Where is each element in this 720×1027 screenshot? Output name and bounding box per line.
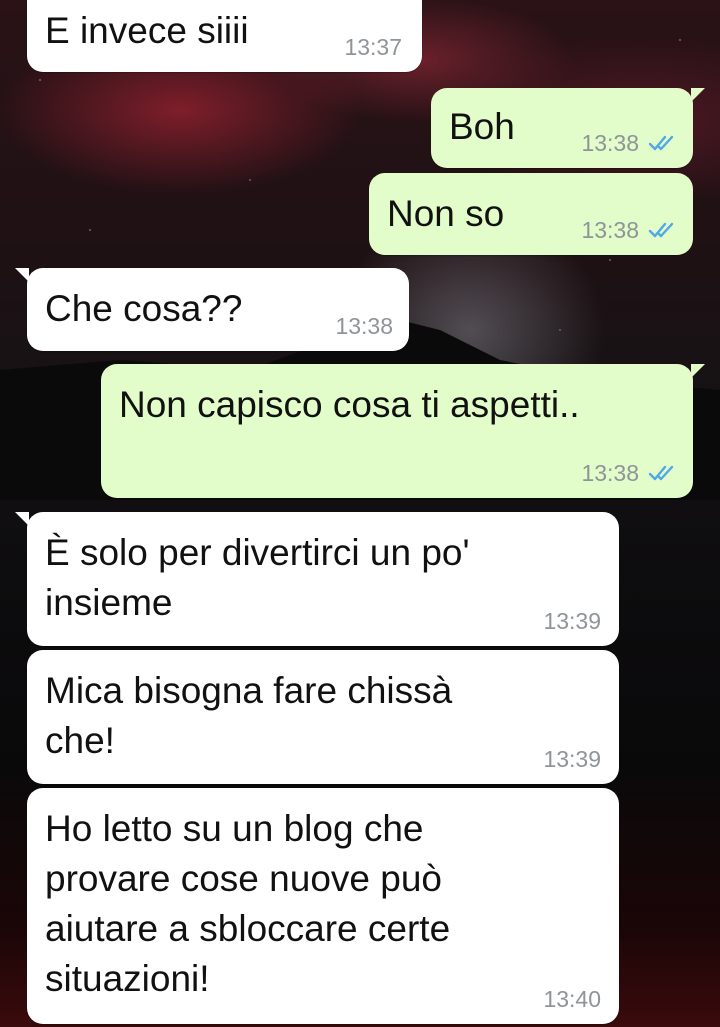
- message-bubble-incoming[interactable]: Ho letto su un blog che provare cose nuo…: [27, 788, 619, 1024]
- message-time: 13:38: [581, 130, 639, 156]
- message-text: Non so: [387, 193, 505, 234]
- message-timestamp: 13:38: [335, 313, 393, 339]
- message-time: 13:37: [344, 34, 402, 60]
- message-bubble-outgoing[interactable]: Non so 13:38: [369, 173, 693, 255]
- message-timestamp: 13:39: [543, 746, 601, 772]
- message-timestamp: 13:37: [344, 34, 402, 60]
- message-text: Boh: [449, 106, 515, 147]
- double-check-read-icon: [648, 135, 674, 151]
- message-time: 13:40: [543, 986, 601, 1012]
- message-text: Non capisco cosa ti aspetti..: [119, 384, 580, 425]
- message-text: E invece siiii: [45, 10, 249, 51]
- message-bubble-incoming[interactable]: E invece siiii 13:37: [27, 0, 422, 72]
- double-check-read-icon: [648, 465, 674, 481]
- message-timestamp: 13:38: [581, 460, 677, 486]
- message-bubble-outgoing[interactable]: Boh 13:38: [431, 88, 705, 168]
- message-bubble-outgoing[interactable]: Non capisco cosa ti aspetti.. 13:38: [101, 364, 705, 498]
- message-timestamp: 13:40: [543, 986, 601, 1012]
- message-text: Ho letto su un blog che provare cose nuo…: [45, 808, 451, 999]
- message-time: 13:39: [543, 608, 601, 634]
- message-text: Che cosa??: [45, 288, 243, 329]
- message-time: 13:38: [581, 460, 639, 486]
- message-text: Mica bisogna fare chissà che!: [45, 670, 453, 761]
- message-timestamp: 13:39: [543, 608, 601, 634]
- message-bubble-incoming[interactable]: Che cosa?? 13:38: [15, 268, 409, 351]
- message-text: È solo per divertirci un po' insieme: [45, 532, 470, 623]
- message-time: 13:39: [543, 746, 601, 772]
- message-bubble-incoming[interactable]: È solo per divertirci un po' insieme 13:…: [15, 512, 619, 646]
- message-timestamp: 13:38: [581, 130, 677, 156]
- message-time: 13:38: [581, 217, 639, 243]
- message-bubble-incoming[interactable]: Mica bisogna fare chissà che! 13:39: [27, 650, 619, 784]
- message-timestamp: 13:38: [581, 217, 677, 243]
- double-check-read-icon: [648, 222, 674, 238]
- message-time: 13:38: [335, 313, 393, 339]
